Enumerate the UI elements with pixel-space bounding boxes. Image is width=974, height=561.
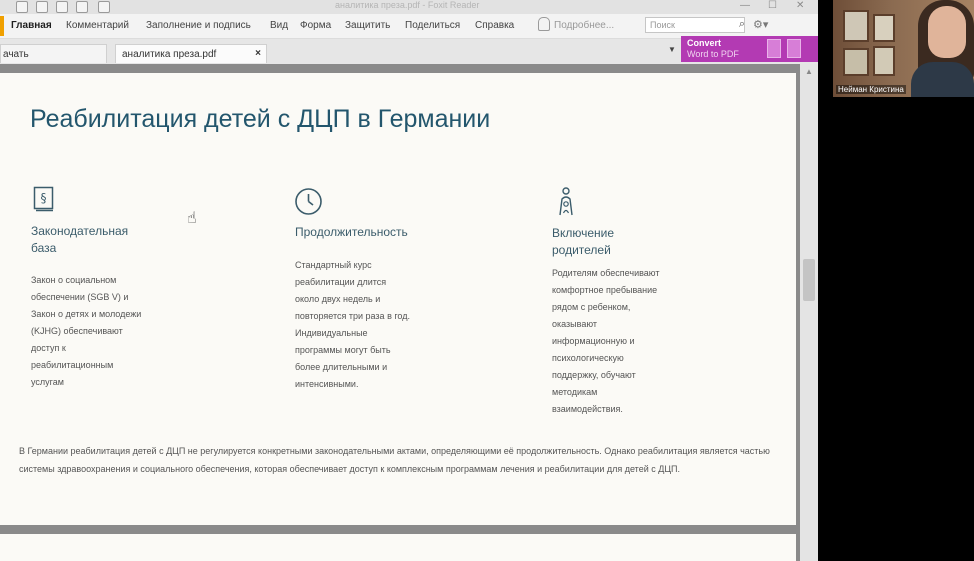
column-heading: Продолжительность (295, 225, 408, 239)
wall-picture (873, 14, 895, 42)
column-duration: Продолжительность Стандартный курс реаби… (295, 224, 455, 393)
gear-icon[interactable]: ⚙▾ (753, 18, 768, 31)
maximize-icon[interactable]: ☐ (768, 0, 777, 11)
undo-icon[interactable] (56, 1, 68, 13)
column-heading: Законодательная база (31, 224, 129, 255)
search-placeholder: Поиск (650, 20, 675, 30)
lightbulb-icon (538, 17, 550, 31)
search-input[interactable]: Поиск ⌕ (645, 17, 745, 33)
minimize-icon[interactable]: — (740, 0, 750, 11)
column-text: Стандартный курс реабилитации длится око… (295, 260, 410, 389)
participant-name: Нейман Кристина (836, 85, 906, 94)
vertical-scrollbar[interactable]: ▲ (800, 64, 818, 561)
column-legal-basis: Законодательная база Закон о социальном … (31, 223, 181, 391)
column-text: Закон о социальном обеспечении (SGB V) и… (31, 275, 142, 387)
hand-cursor-icon: ☝ (187, 210, 197, 227)
menu-share[interactable]: Поделиться (405, 20, 460, 31)
svg-text:§: § (41, 191, 47, 205)
app-icon[interactable] (16, 1, 28, 13)
search-icon[interactable]: ⌕ (739, 18, 745, 31)
wall-picture (843, 48, 869, 76)
menu-fill-sign[interactable]: Заполнение и подпись (146, 20, 251, 31)
parent-child-icon (559, 187, 573, 216)
tab-start[interactable]: ачать (0, 44, 107, 63)
document-viewport[interactable]: Реабилитация детей с ДЦП в Германии § За… (0, 64, 818, 561)
law-book-icon: § (33, 186, 54, 212)
menu-help[interactable]: Справка (475, 20, 514, 31)
pdf-icon (787, 39, 801, 58)
menu-home[interactable]: Главная (11, 20, 52, 31)
tell-me-input[interactable]: Подробнее... (554, 20, 614, 31)
pdf-reader-window: аналитика преза.pdf - Foxit Reader — ☐ ✕… (0, 0, 818, 561)
participant-body (911, 62, 974, 97)
column-heading: Включение родителей (552, 226, 615, 257)
column-parent-involvement: Включение родителей Родителям обеспечива… (552, 225, 712, 418)
menu-comment[interactable]: Комментарий (66, 20, 129, 31)
convert-label: Convert (687, 38, 722, 48)
summary-paragraph: В Германии реабилитация детей с ДЦП не р… (19, 446, 770, 474)
menu-protect[interactable]: Защитить (345, 20, 390, 31)
scroll-up-icon[interactable]: ▲ (805, 67, 813, 76)
tab-document[interactable]: аналитика преза.pdf × (115, 44, 267, 63)
close-window-icon[interactable]: ✕ (796, 0, 804, 11)
tab-label: аналитика преза.pdf (122, 49, 217, 60)
hand-tool-icon[interactable] (98, 1, 110, 13)
wall-picture (873, 46, 895, 76)
menu-form[interactable]: Форма (300, 20, 331, 31)
open-icon[interactable] (36, 1, 48, 13)
window-title: аналитика преза.pdf - Foxit Reader (335, 0, 480, 10)
wall-picture (843, 10, 869, 42)
participant-video[interactable]: Нейман Кристина (833, 0, 974, 97)
scrollbar-thumb[interactable] (803, 259, 815, 301)
quick-access-toolbar: аналитика преза.pdf - Foxit Reader — ☐ ✕ (0, 0, 818, 14)
slide-title: Реабилитация детей с ДЦП в Германии (30, 105, 491, 133)
column-text: Родителям обеспечивают комфортное пребыв… (552, 268, 660, 414)
next-pdf-page (0, 534, 796, 561)
tab-label: ачать (3, 49, 29, 60)
redo-icon[interactable] (76, 1, 88, 13)
close-tab-icon[interactable]: × (255, 48, 261, 59)
menu-view[interactable]: Вид (270, 20, 288, 31)
file-menu-accent[interactable] (0, 16, 4, 36)
clock-icon (295, 188, 322, 215)
participant-face (928, 6, 966, 58)
convert-word-to-pdf-banner[interactable]: Convert Word to PDF (681, 36, 818, 62)
pdf-page: Реабилитация детей с ДЦП в Германии § За… (0, 73, 796, 525)
tabs-dropdown-icon[interactable]: ▼ (668, 45, 676, 54)
document-icon (767, 39, 781, 58)
convert-sublabel: Word to PDF (687, 49, 739, 59)
